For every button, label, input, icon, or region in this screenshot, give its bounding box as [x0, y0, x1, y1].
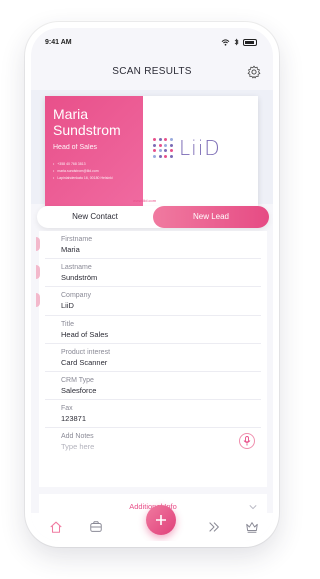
field-firstname[interactable]: Firstname Maria: [36, 231, 261, 260]
field-value[interactable]: 123871: [61, 413, 245, 424]
phone-frame: 9:41 AM SCAN RESULTS Maria Sundstrom Hea…: [25, 22, 279, 547]
field-label: Title: [61, 320, 74, 328]
field-label: Firstname: [61, 236, 93, 243]
app-screen: 9:41 AM SCAN RESULTS Maria Sundstrom Hea…: [31, 28, 273, 541]
bottom-tab-bar: [31, 505, 273, 541]
field-label: CRM Type: [61, 376, 94, 384]
field-value[interactable]: Head of Sales: [61, 329, 245, 340]
status-icons: [221, 38, 257, 46]
card-phone: +358 40 768 3813: [53, 161, 135, 168]
bluetooth-icon: [234, 38, 239, 46]
add-button[interactable]: [146, 505, 176, 535]
card-pink-panel: Maria Sundstrom Head of Sales +358 40 76…: [45, 96, 143, 206]
field-label: Product interest: [61, 348, 111, 356]
card-name: Maria Sundstrom: [53, 106, 135, 138]
card-website: www.liid.com: [133, 198, 157, 203]
field-value[interactable]: Card Scanner: [61, 357, 245, 368]
new-lead-button[interactable]: New Lead: [153, 206, 269, 228]
crown-icon[interactable]: [245, 520, 259, 534]
field-fax[interactable]: Fax 123871: [45, 400, 261, 429]
home-icon[interactable]: [49, 520, 63, 534]
notes-input[interactable]: Type here: [61, 441, 245, 452]
field-crm-type[interactable]: CRM Type Salesforce: [45, 372, 261, 401]
card-contact-lines: +358 40 768 3813 maria.sundstrom@liid.co…: [53, 161, 135, 182]
field-label: Add Notes: [61, 433, 94, 441]
card-last-name: Sundstrom: [53, 122, 121, 138]
field-company[interactable]: Company LiiD: [36, 287, 261, 316]
field-label: Company: [61, 292, 91, 300]
wifi-icon: [221, 38, 230, 46]
card-first-name: Maria: [53, 106, 89, 122]
chevron-down-icon: [249, 505, 257, 510]
microphone-icon: [243, 436, 251, 446]
liid-logo: LiiD: [153, 136, 221, 160]
add-icon: [156, 515, 166, 525]
new-contact-button[interactable]: New Contact: [37, 206, 153, 228]
field-label: Fax: [61, 405, 73, 413]
card-role: Head of Sales: [53, 144, 97, 151]
status-time: 9:41 AM: [45, 39, 72, 46]
contacts-icon[interactable]: [89, 520, 103, 534]
field-title[interactable]: Title Head of Sales: [45, 316, 261, 344]
card-address: Lapinlahdenkatu 16, 00180 Helsinki: [53, 175, 135, 182]
card-email: maria.sundstrom@liid.com: [53, 168, 135, 175]
field-label: Lastname: [61, 264, 92, 272]
field-notes[interactable]: Add Notes Type here: [45, 428, 261, 456]
status-bar: 9:41 AM: [31, 37, 273, 51]
battery-icon: [243, 38, 257, 46]
field-product-interest[interactable]: Product interest Card Scanner: [45, 344, 261, 372]
business-card-image: Maria Sundstrom Head of Sales +358 40 76…: [45, 96, 258, 206]
logo-text: LiiD: [179, 136, 221, 160]
field-value[interactable]: Salesforce: [61, 385, 245, 396]
gear-icon[interactable]: [247, 65, 261, 79]
microphone-button[interactable]: [239, 433, 255, 450]
lead-form: Firstname Maria Lastname Sundström Compa…: [36, 231, 267, 487]
page-title: SCAN RESULTS: [112, 66, 192, 77]
field-value[interactable]: Sundström: [61, 272, 245, 283]
lead-contact-toggle: New Contact New Lead: [37, 206, 269, 228]
header: SCAN RESULTS: [31, 60, 273, 84]
logo-dot-grid: [153, 138, 173, 158]
scanned-card-area: Maria Sundstrom Head of Sales +358 40 76…: [31, 90, 273, 206]
field-value[interactable]: LiiD: [61, 300, 245, 311]
send-icon[interactable]: [207, 520, 221, 534]
field-value[interactable]: Maria: [61, 244, 245, 255]
field-lastname[interactable]: Lastname Sundström: [36, 259, 261, 288]
